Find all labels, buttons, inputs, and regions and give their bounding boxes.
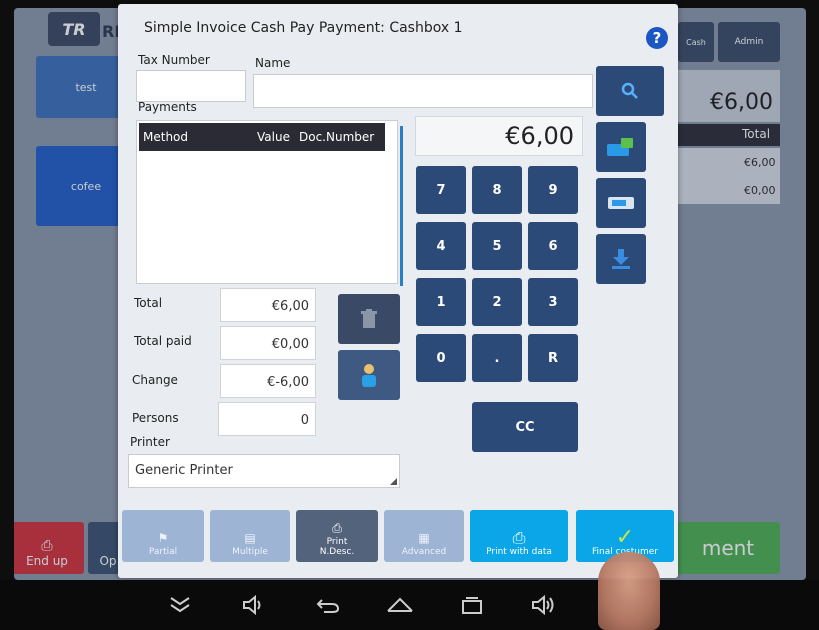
search-icon	[621, 82, 638, 99]
tax-number-field[interactable]	[136, 70, 246, 102]
user-finger	[598, 552, 660, 630]
printer-icon: ⎙	[332, 521, 342, 535]
print-ndesc-label-2: N.Desc.	[319, 547, 355, 557]
key-5[interactable]: 5	[472, 222, 522, 270]
volume-up-icon[interactable]	[530, 592, 558, 618]
printer-icon: ⎙	[512, 528, 526, 547]
printer-label: Printer	[130, 435, 170, 449]
change-label: Change	[132, 373, 178, 387]
dialog-title: Simple Invoice Cash Pay Payment: Cashbox…	[144, 20, 463, 36]
advanced-icon: ▦	[418, 531, 430, 545]
advanced-button[interactable]: ▦ Advanced	[384, 510, 464, 562]
partial-button[interactable]: ⚑ Partial	[122, 510, 204, 562]
cc-button[interactable]: CC	[472, 402, 578, 452]
key-1[interactable]: 1	[416, 278, 466, 326]
recent-apps-icon[interactable]	[458, 592, 486, 618]
printer-select-value: Generic Printer	[135, 463, 233, 478]
print-ndesc-label-1: Print	[326, 537, 348, 547]
resize-corner-icon	[390, 478, 397, 485]
multiple-button[interactable]: ▤ Multiple	[210, 510, 290, 562]
key-0[interactable]: 0	[416, 334, 466, 382]
hide-keyboard-icon[interactable]	[166, 592, 194, 618]
person-icon	[362, 364, 376, 387]
payment-dialog: Simple Invoice Cash Pay Payment: Cashbox…	[118, 4, 678, 578]
search-button[interactable]	[596, 66, 664, 116]
persons-field[interactable]: 0	[218, 402, 316, 436]
volume-down-icon[interactable]	[240, 592, 268, 618]
partial-icon: ⚑	[157, 531, 169, 545]
column-header-method: Method	[143, 130, 189, 144]
payments-scrollbar[interactable]	[400, 126, 403, 286]
key-6[interactable]: 6	[528, 222, 578, 270]
print-with-data-button[interactable]: ⎙ Print with data	[470, 510, 568, 562]
column-header-value: Value	[257, 130, 290, 144]
name-field[interactable]	[253, 74, 593, 108]
key-9[interactable]: 9	[528, 166, 578, 214]
card-icon	[607, 138, 633, 156]
check-icon: ✓	[615, 525, 635, 550]
key-4[interactable]: 4	[416, 222, 466, 270]
download-button[interactable]	[596, 234, 646, 284]
voucher-icon	[608, 197, 634, 209]
column-header-doc-number: Doc.Number	[299, 130, 375, 144]
total-paid-value: €0,00	[220, 326, 316, 360]
print-with-data-label: Print with data	[486, 547, 552, 557]
total-paid-label: Total paid	[134, 334, 192, 348]
key-3[interactable]: 3	[528, 278, 578, 326]
change-value: €-6,00	[220, 364, 316, 398]
key-r[interactable]: R	[528, 334, 578, 382]
home-icon[interactable]	[386, 592, 414, 618]
key-8[interactable]: 8	[472, 166, 522, 214]
trash-icon	[361, 309, 377, 328]
back-icon[interactable]	[314, 592, 342, 618]
voucher-payment-button[interactable]	[596, 178, 646, 228]
payments-table-header: Method Value Doc.Number	[139, 123, 385, 151]
print-ndesc-button[interactable]: ⎙ Print N.Desc.	[296, 510, 378, 562]
payments-label: Payments	[138, 100, 197, 114]
amount-display: €6,00	[415, 116, 583, 156]
tablet-screen: TR RE test cofee Cash Admin €6,00 Total …	[0, 0, 819, 630]
key-7[interactable]: 7	[416, 166, 466, 214]
person-payment-button[interactable]	[338, 350, 400, 400]
payments-table: Method Value Doc.Number	[136, 120, 398, 284]
advanced-label: Advanced	[401, 547, 447, 557]
multiple-label: Multiple	[232, 547, 268, 557]
key-2[interactable]: 2	[472, 278, 522, 326]
delete-payment-button[interactable]	[338, 294, 400, 344]
help-icon[interactable]: ?	[646, 27, 668, 49]
total-value: €6,00	[220, 288, 316, 322]
multiple-icon: ▤	[244, 531, 256, 545]
key-decimal[interactable]: .	[472, 334, 522, 382]
android-nav-bar	[0, 580, 819, 630]
total-label: Total	[134, 296, 163, 310]
printer-select[interactable]: Generic Printer	[128, 454, 400, 488]
partial-label: Partial	[148, 547, 178, 557]
name-label: Name	[255, 56, 291, 70]
persons-label: Persons	[132, 411, 179, 425]
card-payment-button[interactable]	[596, 122, 646, 172]
tax-number-label: Tax Number	[138, 53, 210, 67]
download-icon	[612, 249, 630, 269]
